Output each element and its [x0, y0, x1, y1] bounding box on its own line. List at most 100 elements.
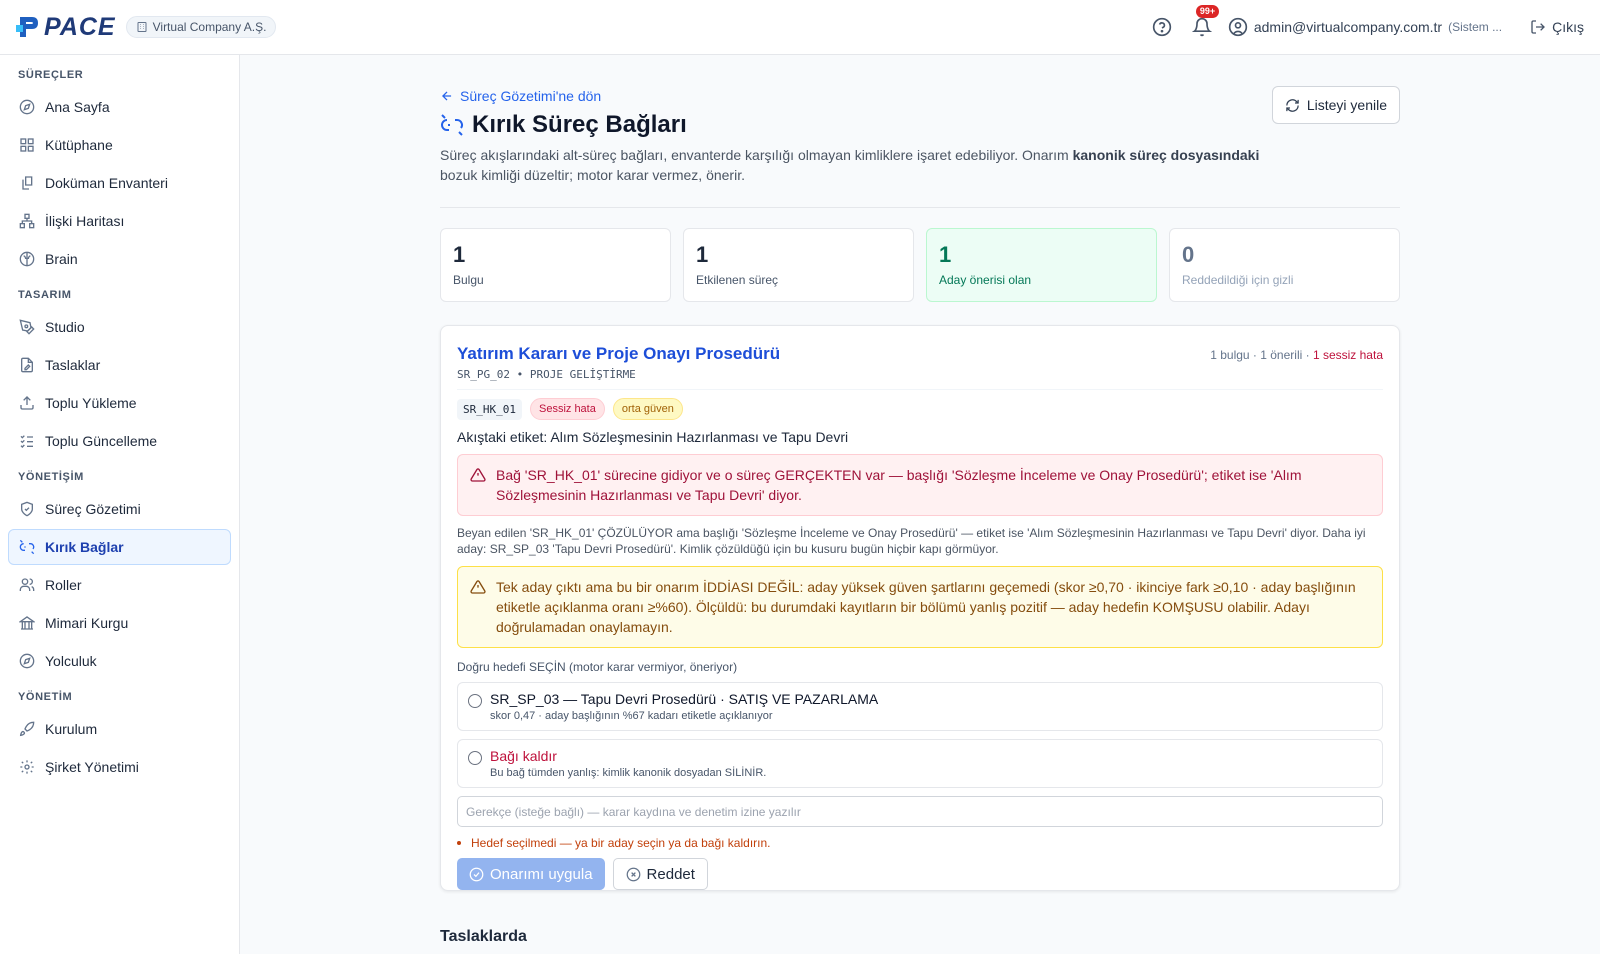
notification-badge: 99+ [1195, 5, 1220, 18]
remove-link-radio[interactable] [468, 751, 482, 765]
refresh-icon [1286, 98, 1299, 112]
network-icon [19, 213, 35, 229]
remove-link-option[interactable]: Bağı kaldır Bu bağ tümden yanlış: kimlik… [457, 739, 1383, 788]
choose-target-label: Doğru hedefi SEÇİN (motor karar vermiyor… [457, 660, 738, 674]
sidebar-item-relationship-map[interactable]: İlişki Haritası [8, 203, 231, 239]
logout-label: Çıkış [1552, 19, 1584, 35]
finding-meta: 1 bulgu · 1 önerili · 1 sessiz hata [1210, 348, 1383, 362]
stat-affected-processes: 1 Etkilenen süreç [683, 228, 914, 302]
nav-group-processes: SÜREÇLER Ana Sayfa Kütüphane Doküman Env… [8, 69, 231, 277]
sidebar-item-roles[interactable]: Roller [8, 567, 231, 603]
rocket-icon [19, 721, 35, 737]
reject-button[interactable]: Reddet [612, 858, 708, 890]
sidebar-item-broken-links[interactable]: Kırık Bağlar [8, 529, 231, 565]
refresh-list-button[interactable]: Listeyi yenile [1271, 86, 1400, 124]
broken-link-icon [19, 539, 35, 555]
sidebar-item-home[interactable]: Ana Sayfa [8, 89, 231, 125]
sidebar-item-label: Taslaklar [45, 357, 101, 373]
sidebar-item-library[interactable]: Kütüphane [8, 127, 231, 163]
reason-input[interactable] [457, 796, 1383, 827]
error-alert: Bağ 'SR_HK_01' sürecine gidiyor ve o sür… [457, 454, 1383, 516]
finding-actions: Onarımı uygula Reddet [457, 858, 1383, 890]
flow-label: Akıştaki etiket: Alım Sözleşmesinin Hazı… [457, 429, 849, 445]
finding-process-title[interactable]: Yatırım Kararı ve Proje Onayı Prosedürü [457, 344, 780, 364]
sidebar-item-setup[interactable]: Kurulum [8, 711, 231, 747]
sidebar-item-drafts[interactable]: Taslaklar [8, 347, 231, 383]
sidebar-item-journey[interactable]: Yolculuk [8, 643, 231, 679]
sidebar-item-bulk-upload[interactable]: Toplu Yükleme [8, 385, 231, 421]
arrow-left-icon [442, 91, 452, 101]
stat-label: Bulgu [453, 273, 484, 287]
bullet-dot [457, 841, 461, 845]
reject-label: Reddet [646, 865, 695, 883]
bell-icon [1191, 17, 1212, 37]
apply-repair-button[interactable]: Onarımı uygula [457, 858, 605, 890]
candidate-title: SR_SP_03 — Tapu Devri Prosedürü · SATIŞ … [490, 691, 879, 707]
logout-icon [1531, 20, 1546, 34]
stat-findings: 1 Bulgu [440, 228, 671, 302]
sidebar-item-architecture[interactable]: Mimari Kurgu [8, 605, 231, 641]
sidebar-item-studio[interactable]: Studio [8, 309, 231, 345]
candidate-option[interactable]: SR_SP_03 — Tapu Devri Prosedürü · SATIŞ … [457, 682, 1383, 731]
sidebar-item-document-inventory[interactable]: Doküman Envanteri [8, 165, 231, 201]
stat-hidden-rejected: 0 Reddedildiği için gizli [1169, 228, 1400, 302]
upload-icon [20, 396, 34, 410]
user-role: (Sistem ... [1448, 20, 1503, 34]
building-icon [19, 616, 35, 630]
nav-group-design: TASARIM Studio Taslaklar Toplu Yükleme T… [8, 289, 231, 459]
stats-row: 1 Bulgu 1 Etkilenen süreç 1 Aday önerisi… [440, 228, 1400, 302]
sidebar-item-process-oversight[interactable]: Süreç Gözetimi [8, 491, 231, 527]
candidate-radio[interactable] [468, 694, 482, 708]
user-email: admin@virtualcompany.com.tr [1253, 19, 1443, 35]
page-description: Süreç akışlarındaki alt-süreç bağları, e… [440, 147, 1260, 183]
sidebar-item-company-management[interactable]: Şirket Yönetimi [8, 749, 231, 785]
sidebar-item-label: Yolculuk [45, 653, 97, 669]
warning-triangle-icon [470, 580, 486, 594]
list-checks-icon [20, 435, 33, 448]
sidebar-item-label: Toplu Güncelleme [45, 433, 158, 449]
nav-group-governance: YÖNETİŞİM Süreç Gözetimi Kırık Bağlar Ro… [8, 471, 231, 679]
x-circle-icon [626, 867, 640, 881]
nav-section-label: TASARIM [18, 289, 72, 301]
sidebar-item-label: Doküman Envanteri [45, 175, 168, 191]
sidebar-item-label: Süreç Gözetimi [45, 501, 141, 517]
grid-icon [20, 138, 34, 152]
finding-card: Yatırım Kararı ve Proje Onayı Prosedürü … [440, 325, 1400, 891]
finding-header: Yatırım Kararı ve Proje Onayı Prosedürü … [457, 344, 1383, 390]
remove-link-title: Bağı kaldır [490, 748, 557, 764]
apply-repair-label: Onarımı uygula [490, 865, 593, 883]
building-icon [137, 22, 147, 32]
gear-icon [20, 760, 34, 774]
sidebar-item-label: Roller [45, 577, 82, 593]
user-menu[interactable]: admin@virtualcompany.com.tr (Sistem ... [1228, 17, 1502, 37]
stat-value: 1 [453, 242, 466, 267]
pen-tool-icon [19, 319, 35, 335]
notifications-button[interactable]: 99+ [1190, 5, 1220, 39]
nav-section-label: YÖNETİŞİM [18, 471, 84, 483]
back-link-label: Süreç Gözetimi'ne dön [460, 88, 602, 104]
sidebar-item-bulk-update[interactable]: Toplu Güncelleme [8, 423, 231, 459]
nav-section-label: SÜREÇLER [18, 69, 84, 81]
sidebar-item-brain[interactable]: Brain [8, 241, 231, 277]
sidebar: SÜREÇLER Ana Sayfa Kütüphane Doküman Env… [0, 55, 240, 954]
sidebar-item-label: Kırık Bağlar [45, 539, 124, 555]
sidebar-item-label: Toplu Yükleme [45, 395, 137, 411]
brain-icon [19, 251, 35, 267]
sidebar-item-label: Studio [45, 319, 85, 335]
silent-error-count: 1 sessiz hata [1312, 348, 1383, 362]
company-selector[interactable]: Virtual Company A.Ş. [125, 16, 277, 38]
candidate-score: skor 0,47 · aday başlığının %67 kadarı e… [490, 710, 773, 722]
logo[interactable]: PACE [16, 12, 116, 42]
sidebar-item-label: Şirket Yönetimi [45, 759, 139, 775]
sidebar-item-label: Brain [45, 251, 78, 267]
link-code-tag: SR_HK_01 [457, 398, 522, 420]
help-icon [1152, 17, 1172, 37]
help-button[interactable] [1150, 15, 1174, 39]
nav-group-administration: YÖNETİM Kurulum Şirket Yönetimi [8, 691, 231, 785]
logout-button[interactable]: Çıkış [1530, 19, 1584, 35]
severity-badge: Sessiz hata [529, 398, 605, 420]
stat-with-candidate: 1 Aday önerisi olan [926, 228, 1157, 302]
finding-process-code: SR_PG_02 • PROJE GELİŞTİRME [457, 368, 636, 381]
back-link[interactable]: Süreç Gözetimi'ne dön [440, 88, 601, 104]
sidebar-item-label: Kütüphane [45, 137, 113, 153]
